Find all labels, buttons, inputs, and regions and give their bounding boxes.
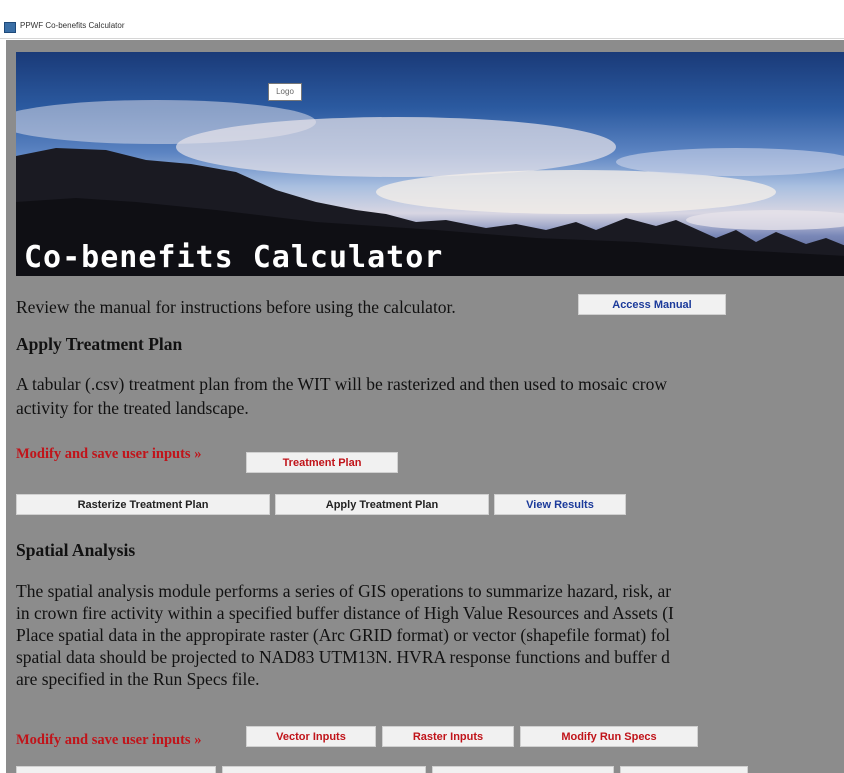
- vector-inputs-button[interactable]: Vector Inputs: [246, 726, 376, 747]
- spatial-description-line-5: are specified in the Run Specs file.: [16, 669, 260, 689]
- treatment-heading: Apply Treatment Plan: [16, 334, 183, 354]
- window-title: PPWF Co-benefits Calculator: [20, 21, 125, 30]
- spatial-action-button-2[interactable]: [222, 766, 426, 773]
- spatial-description-line-3: Place spatial data in the appropirate ra…: [16, 625, 671, 645]
- raster-inputs-button[interactable]: Raster Inputs: [382, 726, 514, 747]
- modify-run-specs-button[interactable]: Modify Run Specs: [520, 726, 698, 747]
- access-manual-button[interactable]: Access Manual: [578, 294, 726, 315]
- apply-treatment-plan-button[interactable]: Apply Treatment Plan: [275, 494, 489, 515]
- rasterize-treatment-plan-button[interactable]: Rasterize Treatment Plan: [16, 494, 270, 515]
- spatial-action-button-1[interactable]: [16, 766, 216, 773]
- window-title-bar: PPWF Co-benefits Calculator: [0, 0, 844, 39]
- app-banner-title: Co-benefits Calculator: [24, 240, 444, 275]
- spatial-action-button-3[interactable]: [432, 766, 614, 773]
- app-icon: [4, 22, 16, 33]
- logo-placeholder: Logo: [268, 83, 302, 101]
- treatment-plan-button[interactable]: Treatment Plan: [246, 452, 398, 473]
- spatial-modify-label: Modify and save user inputs »: [16, 732, 202, 748]
- treatment-modify-label: Modify and save user inputs »: [16, 446, 202, 462]
- spatial-description-line-1: The spatial analysis module performs a s…: [16, 581, 672, 601]
- treatment-description-line-2: activity for the treated landscape.: [16, 398, 249, 418]
- spatial-description-line-2: in crown fire activity within a specifie…: [16, 603, 674, 623]
- view-results-button[interactable]: View Results: [494, 494, 626, 515]
- spatial-heading: Spatial Analysis: [16, 540, 136, 560]
- main-panel: Logo Co-benefits Calculator Review the m…: [6, 40, 844, 773]
- intro-text: Review the manual for instructions befor…: [16, 297, 456, 317]
- treatment-description-line-1: A tabular (.csv) treatment plan from the…: [16, 374, 668, 394]
- spatial-description-line-4: spatial data should be projected to NAD8…: [16, 647, 670, 667]
- spatial-action-button-4[interactable]: [620, 766, 748, 773]
- header-banner: Logo Co-benefits Calculator: [16, 52, 844, 276]
